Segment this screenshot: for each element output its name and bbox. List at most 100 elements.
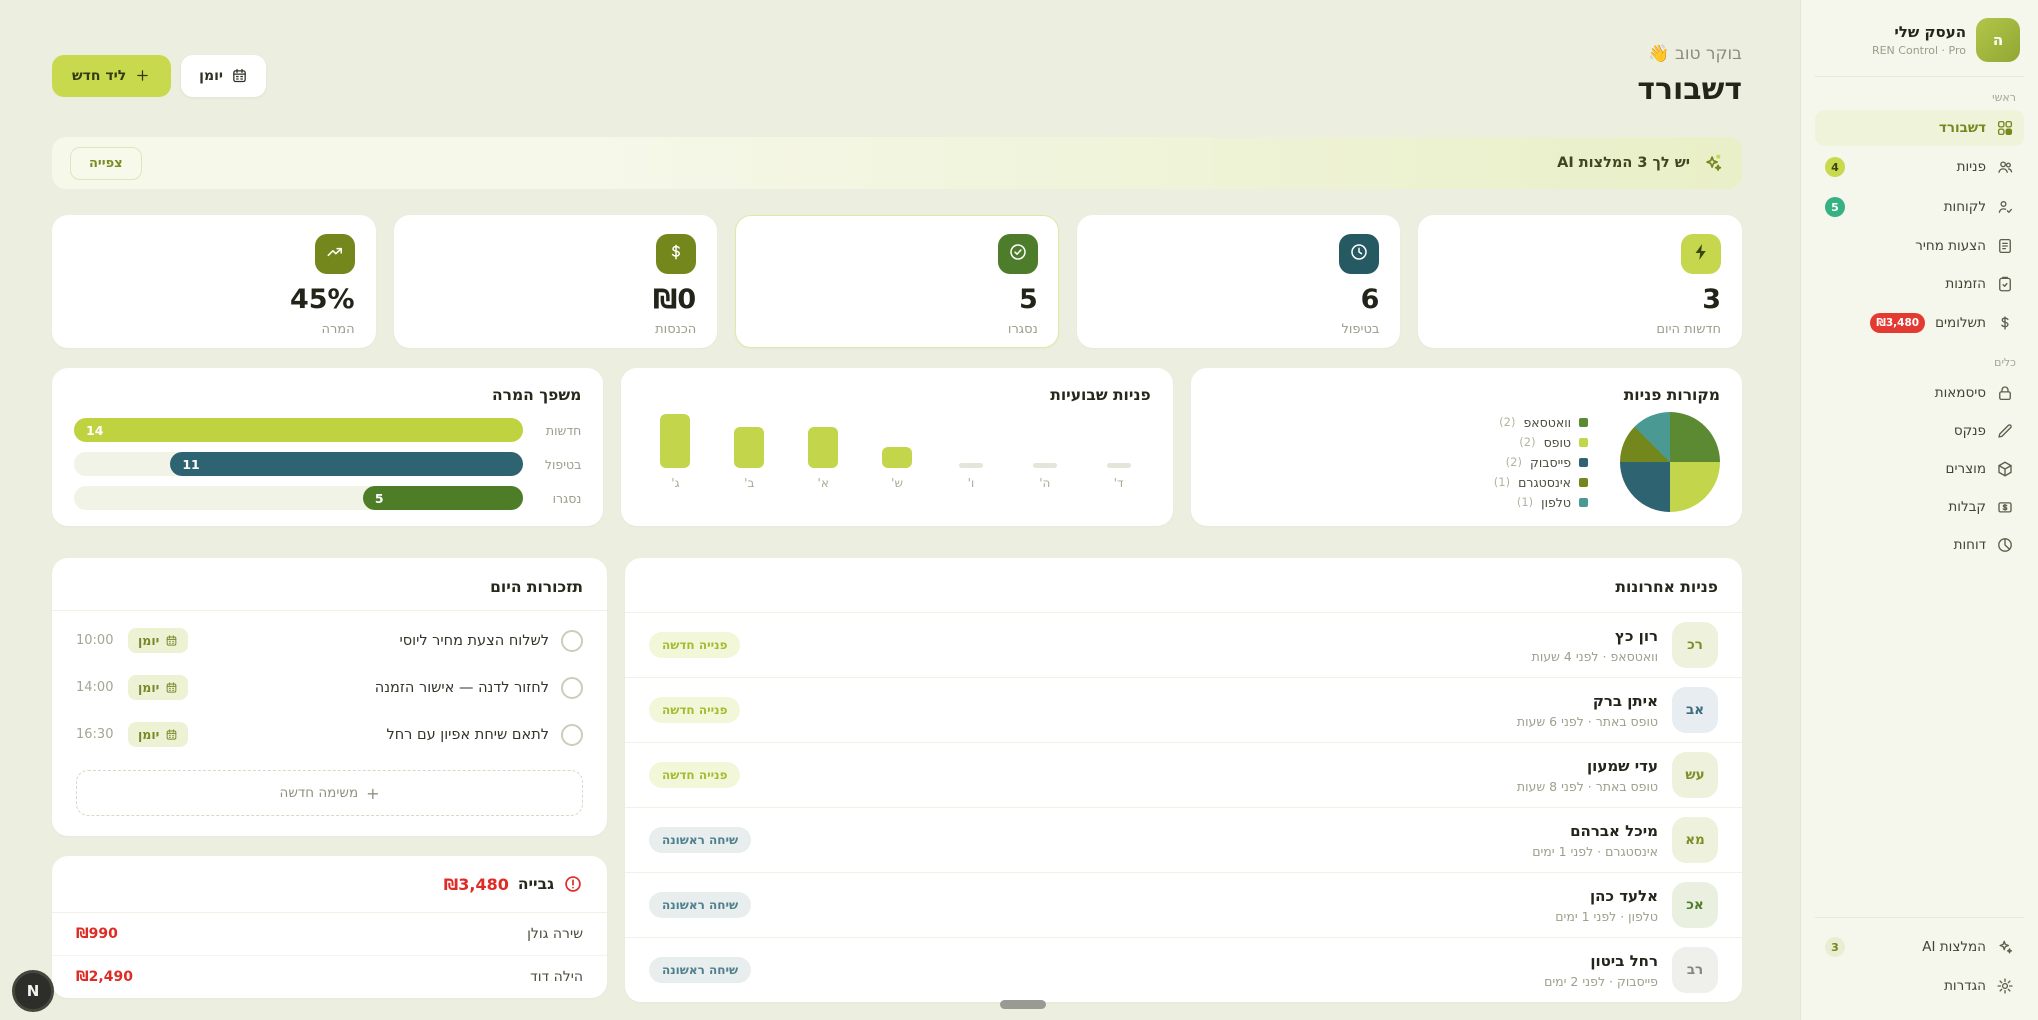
stat-card-revenue[interactable]: ₪0הכנסות	[394, 215, 718, 348]
clock-icon	[1349, 242, 1369, 266]
funnel-value: 11	[182, 457, 199, 472]
legend-label: טלפון	[1541, 495, 1571, 510]
legend-swatch	[1579, 478, 1588, 487]
weekly-day-label: ד'	[1114, 476, 1124, 490]
legend-swatch	[1579, 498, 1588, 507]
inquiry-meta: טופס באתר · לפני 8 שעות	[1517, 779, 1658, 794]
sidebar-item-dashboard[interactable]: דשבורד	[1815, 110, 2024, 146]
stat-label: הכנסות	[415, 322, 697, 337]
sources-pie-chart	[1620, 412, 1720, 512]
task-checkbox[interactable]	[561, 724, 583, 746]
reminders-title: תזכורות היום	[76, 578, 583, 596]
calendar-button[interactable]: יומן	[181, 55, 266, 97]
weekly-bar	[1033, 463, 1057, 468]
scrollbar-thumb[interactable]	[1000, 1000, 1046, 1009]
new-lead-button[interactable]: ליד חדש	[52, 55, 171, 97]
task-checkbox[interactable]	[561, 630, 583, 652]
funnel-row: חדשות 14	[74, 418, 581, 442]
business-name: העסק שלי	[1872, 23, 1966, 41]
weekly-title: פניות שבועיות	[643, 386, 1150, 404]
inquiry-name: עדי שמעון	[1517, 757, 1658, 775]
inquiry-row[interactable]: מאמיכל אברהםאינסטגרם · לפני 1 ימיםשיחה ר…	[625, 807, 1742, 872]
box-icon	[1996, 460, 2014, 478]
inquiry-info: מיכל אברהםאינסטגרם · לפני 1 ימים	[1532, 822, 1658, 859]
sidebar-item-label: דוחות	[1954, 537, 1986, 553]
stat-value: 45%	[73, 286, 355, 313]
task-time: 14:00	[76, 680, 116, 695]
calendar-chip[interactable]: יומן	[128, 675, 188, 700]
stat-label: חדשות היום	[1439, 322, 1721, 337]
inquiry-row[interactable]: רכרון כץוואטסאפ · לפני 4 שעותפנייה חדשה	[625, 612, 1742, 677]
stat-card-closed[interactable]: 5נסגרו	[735, 215, 1059, 348]
calendar-chip[interactable]: יומן	[128, 722, 188, 747]
stat-card-conversion[interactable]: 45% המרה	[52, 215, 376, 348]
ai-banner-view-button[interactable]: צפייה	[70, 147, 142, 180]
inquiry-name: אלעד כהן	[1555, 887, 1658, 905]
sidebar-item-notepad[interactable]: פנקס	[1815, 413, 2024, 449]
legend-label: פייסבוק	[1530, 455, 1571, 470]
inquiry-row[interactable]: אבאיתן ברקטופס באתר · לפני 6 שעותפנייה ח…	[625, 677, 1742, 742]
weekly-day-label: ו'	[968, 476, 975, 490]
inquiry-info: אלעד כהןטלפון · לפני 1 ימים	[1555, 887, 1658, 924]
receipt-icon	[1996, 498, 2014, 516]
collection-list: שירה גולן₪990הילה דוד₪2,490	[52, 913, 607, 998]
calendar-icon	[165, 681, 178, 694]
sidebar-item-ai-recommendations[interactable]: המלצות AI3	[1815, 928, 2024, 966]
task-checkbox[interactable]	[561, 677, 583, 699]
sidebar-item-settings[interactable]: הגדרות	[1815, 968, 2024, 1004]
legend-label: טופס	[1544, 435, 1571, 450]
inquiry-row[interactable]: עשעדי שמעוןטופס באתר · לפני 8 שעותפנייה …	[625, 742, 1742, 807]
stat-card-new-today[interactable]: 3חדשות היום	[1418, 215, 1742, 348]
stat-card-in-progress[interactable]: 6בטיפול	[1077, 215, 1401, 348]
legend-swatch	[1579, 438, 1588, 447]
header-actions: יומן ליד חדש	[52, 55, 266, 97]
funnel-track: 14	[74, 418, 523, 442]
task-text: לשלוח הצעת מחיר ליוסי	[200, 633, 549, 649]
inquiry-name: רון כץ	[1532, 627, 1658, 645]
weekly-bar	[660, 414, 690, 468]
sidebar-footer: המלצות AI3הגדרות	[1815, 917, 2024, 1006]
collection-row[interactable]: שירה גולן₪990	[52, 913, 607, 955]
inquiry-row[interactable]: רברחל ביטוןפייסבוק · לפני 2 ימיםשיחה ראש…	[625, 937, 1742, 1002]
legend-item: טלפון(1)	[1494, 495, 1588, 510]
sidebar-section-label: כלים	[1823, 356, 2016, 369]
sources-card: מקורות פניות וואטסאפ(2)טופס(2)פייסבוק(2)…	[1191, 368, 1742, 526]
n-logo-button[interactable]: N	[12, 970, 54, 1012]
sidebar-item-reports[interactable]: דוחות	[1815, 527, 2024, 563]
sidebar-item-products[interactable]: מוצרים	[1815, 451, 2024, 487]
stat-icon-tile	[998, 234, 1038, 274]
weekly-column: ה'	[1021, 414, 1069, 490]
grid-icon	[1996, 119, 2014, 137]
business-header[interactable]: ה העסק שלי REN Control · Pro	[1815, 16, 2024, 77]
page-title: דשבורד	[1637, 72, 1742, 107]
sidebar-item-customers[interactable]: לקוחות5	[1815, 188, 2024, 226]
add-task-button[interactable]: + משימה חדשה	[76, 770, 583, 816]
sidebar-item-inquiries[interactable]: פניות4	[1815, 148, 2024, 186]
people-icon	[1996, 158, 2014, 176]
inquiry-row[interactable]: אכאלעד כהןטלפון · לפני 1 ימיםשיחה ראשונה	[625, 872, 1742, 937]
calendar-chip[interactable]: יומן	[128, 628, 188, 653]
funnel-value: 5	[375, 491, 384, 506]
status-badge: שיחה ראשונה	[649, 957, 751, 983]
sidebar-item-payments[interactable]: תשלומים₪3,480	[1815, 304, 2024, 342]
collection-row[interactable]: הילה דוד₪2,490	[52, 955, 607, 998]
page-header: בוקר טוב 👋 דשבורד יומן ליד חדש	[52, 44, 1742, 107]
sidebar-item-receipts[interactable]: קבלות	[1815, 489, 2024, 525]
weekly-column: ד'	[1095, 414, 1143, 490]
sidebar-item-quotes[interactable]: הצעות מחיר	[1815, 228, 2024, 264]
funnel-label: חדשות	[535, 423, 581, 438]
weekly-day-label: ה'	[1039, 476, 1050, 490]
stat-label: המרה	[73, 322, 355, 337]
calendar-icon	[165, 634, 178, 647]
funnel-card: משפך המרה חדשות14בטיפול11נסגרו5	[52, 368, 603, 526]
sidebar-item-orders[interactable]: הזמנות	[1815, 266, 2024, 302]
weekly-bar	[882, 447, 912, 468]
legend-item: טופס(2)	[1494, 435, 1588, 450]
sparkles-icon	[1996, 938, 2014, 956]
legend-label: אינסטגרם	[1518, 475, 1571, 490]
pencil-icon	[1996, 422, 2014, 440]
sidebar-item-passwords[interactable]: סיסמאות	[1815, 375, 2024, 411]
stat-icon-tile	[315, 234, 355, 274]
sidebar-item-label: פניות	[1957, 159, 1986, 175]
avatar: מא	[1672, 817, 1718, 863]
